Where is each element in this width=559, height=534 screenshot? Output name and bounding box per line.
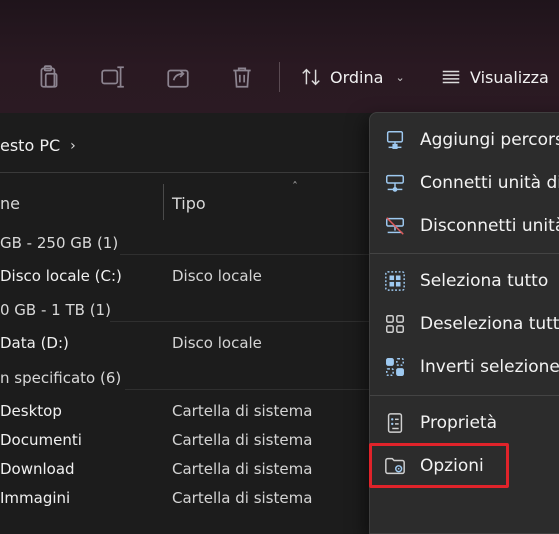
sort-button[interactable]: Ordina ⌄	[300, 62, 405, 92]
disconnect-drive-icon	[386, 217, 404, 235]
select-all-icon	[385, 271, 405, 291]
view-icon	[442, 70, 460, 84]
folder-name[interactable]: Desktop	[0, 402, 62, 420]
folder-name[interactable]: Download	[0, 460, 75, 478]
column-resize-handle[interactable]	[163, 184, 164, 220]
annotation-highlight-box	[369, 443, 509, 488]
drive-type: Disco locale	[172, 334, 262, 352]
share-icon[interactable]	[165, 64, 191, 90]
menu-item-select-none[interactable]: Deseleziona tutto	[384, 309, 559, 339]
drive-type: Disco locale	[172, 267, 262, 285]
column-header-name[interactable]: ne	[0, 194, 20, 213]
folder-type: Cartella di sistema	[172, 431, 313, 449]
folder-name[interactable]: Documenti	[0, 431, 82, 449]
group-header[interactable]: n specificato (6)	[0, 369, 121, 387]
paste-icon[interactable]	[36, 64, 62, 90]
drive-name[interactable]: Data (D:)	[0, 334, 69, 352]
menu-item-properties[interactable]: Proprietà	[384, 408, 497, 438]
menu-item-map-network-drive[interactable]: Connetti unità di	[384, 168, 559, 198]
divider	[125, 389, 369, 390]
folder-type: Cartella di sistema	[172, 460, 313, 478]
sort-ascending-icon: ˆ	[292, 180, 298, 194]
select-none-icon	[386, 315, 404, 333]
folder-type: Cartella di sistema	[172, 489, 313, 507]
menu-separator	[370, 253, 559, 254]
breadcrumb-location[interactable]: esto PC	[0, 136, 60, 155]
menu-item-add-network-location[interactable]: Aggiungi percors	[384, 125, 559, 155]
menu-item-label: Inverti selezione	[420, 357, 559, 377]
menu-item-label: Connetti unità di	[420, 173, 559, 193]
group-header[interactable]: 0 GB - 1 TB (1)	[0, 301, 111, 319]
properties-icon	[387, 413, 403, 433]
menu-item-label: Aggiungi percors	[420, 130, 559, 150]
invert-selection-icon	[386, 358, 404, 376]
network-location-icon	[386, 131, 404, 149]
view-button[interactable]: Visualizza ⌄	[440, 62, 559, 92]
menu-separator	[370, 395, 559, 396]
drive-name[interactable]: Disco locale (C:)	[0, 267, 122, 285]
chevron-right-icon[interactable]: ›	[70, 138, 76, 154]
folder-type: Cartella di sistema	[172, 402, 313, 420]
divider	[120, 254, 369, 255]
menu-item-label: Seleziona tutto	[420, 271, 549, 291]
chevron-down-icon: ⌄	[395, 70, 405, 84]
menu-item-label: Proprietà	[420, 413, 498, 433]
divider	[0, 172, 369, 173]
view-label: Visualizza	[470, 67, 549, 87]
breadcrumb[interactable]: esto PC ›	[0, 136, 76, 155]
menu-item-label: Disconnetti unità	[420, 216, 559, 236]
menu-item-select-all[interactable]: Seleziona tutto	[384, 266, 548, 296]
rename-icon[interactable]	[100, 64, 126, 90]
map-network-drive-icon	[386, 174, 404, 192]
divider	[110, 321, 369, 322]
menu-item-disconnect-drive[interactable]: Disconnetti unità	[384, 211, 559, 241]
sort-icon	[302, 68, 320, 86]
menu-item-invert-selection[interactable]: Inverti selezione	[384, 352, 559, 382]
group-header[interactable]: GB - 250 GB (1)	[0, 234, 118, 252]
sort-label: Ordina	[330, 67, 384, 87]
menu-item-label: Deseleziona tutto	[420, 314, 559, 334]
toolbar-divider	[279, 62, 280, 92]
delete-icon[interactable]	[229, 64, 255, 90]
command-bar: Ordina ⌄ Visualizza ⌄	[0, 0, 559, 113]
column-header-type[interactable]: Tipo	[172, 194, 206, 213]
folder-name[interactable]: Immagini	[0, 489, 70, 507]
